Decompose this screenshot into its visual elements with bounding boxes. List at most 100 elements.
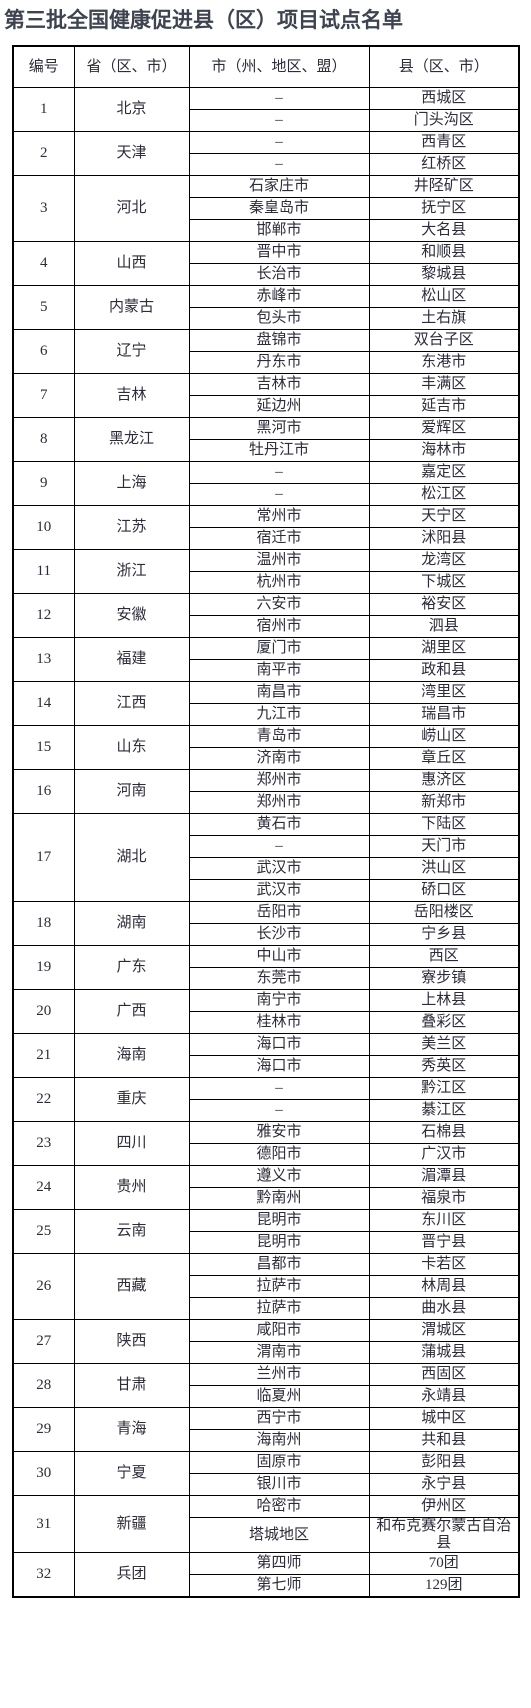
cell-no: 2 [12, 131, 75, 176]
table-row: 7 吉林 吉林市 丰满区 [12, 373, 520, 418]
cell-city: 秦皇岛市 [188, 197, 370, 220]
cell-city: 青岛市 [188, 725, 370, 748]
cell-city: 武汉市 [188, 857, 370, 880]
cell-no: 6 [12, 329, 75, 374]
table-row: 32 兵团 第四师 70团 [12, 1552, 520, 1598]
cell-city: – [188, 461, 370, 484]
cell-county: 永宁县 [368, 1473, 520, 1496]
cell-county: 政和县 [368, 659, 520, 682]
table-row: 10 江苏 常州市 天宁区 [12, 505, 520, 550]
table-row: 24 贵州 遵义市 湄潭县 [12, 1165, 520, 1210]
cell-county: 松江区 [368, 483, 520, 506]
cell-county: 红桥区 [368, 153, 520, 176]
table-body: 1 北京 – 西城区 – 门头沟区 2 天津 – 西青区 – 红桥区 3 河北 石家庄市 井陉矿区 秦皇岛市 抚宁… [12, 87, 520, 1598]
cell-province: 浙江 [73, 549, 190, 594]
cell-city: – [188, 1099, 370, 1122]
cell-city: 中山市 [188, 945, 370, 968]
table-row: 3 河北 石家庄市 井陉矿区 [12, 175, 520, 242]
cell-no: 15 [12, 725, 75, 770]
cell-city: 渭南市 [188, 1341, 370, 1364]
cell-province: 福建 [73, 637, 190, 682]
cell-city: 南昌市 [188, 681, 370, 704]
cell-province: 北京 [73, 87, 190, 132]
table-row: 27 陕西 咸阳市 渭城区 [12, 1319, 520, 1364]
cell-county: 惠济区 [368, 769, 520, 792]
table-row: 6 辽宁 盘锦市 双台子区 [12, 329, 520, 374]
cell-county: 卡若区 [368, 1253, 520, 1276]
cell-city: 延边州 [188, 395, 370, 418]
column-header-county: 县（区、市） [368, 45, 520, 88]
cell-province: 安徽 [73, 593, 190, 638]
cell-county: 黎城县 [368, 263, 520, 286]
cell-province: 江苏 [73, 505, 190, 550]
cell-city: 银川市 [188, 1473, 370, 1496]
cell-no: 26 [12, 1253, 75, 1320]
cell-county: 沭阳县 [368, 527, 520, 550]
table-row: 2 天津 – 西青区 [12, 131, 520, 176]
cell-province: 海南 [73, 1033, 190, 1078]
cell-county: 裕安区 [368, 593, 520, 616]
cell-province: 天津 [73, 131, 190, 176]
cell-county: 岳阳楼区 [368, 901, 520, 924]
cell-county: 龙湾区 [368, 549, 520, 572]
cell-city: 海口市 [188, 1055, 370, 1078]
cell-province: 西藏 [73, 1253, 190, 1320]
cell-county: 天门市 [368, 835, 520, 858]
cell-city: 拉萨市 [188, 1297, 370, 1320]
cell-city: 第七师 [188, 1574, 370, 1598]
cell-county: 上林县 [368, 989, 520, 1012]
cell-no: 28 [12, 1363, 75, 1408]
table-row: 4 山西 晋中市 和顺县 [12, 241, 520, 286]
cell-no: 5 [12, 285, 75, 330]
cell-county: 嘉定区 [368, 461, 520, 484]
cell-county: 天宁区 [368, 505, 520, 528]
cell-county: 渭城区 [368, 1319, 520, 1342]
cell-no: 29 [12, 1407, 75, 1452]
cell-no: 4 [12, 241, 75, 286]
cell-no: 8 [12, 417, 75, 462]
cell-city: – [188, 131, 370, 154]
cell-city: 黔南州 [188, 1187, 370, 1210]
cell-city: 九江市 [188, 703, 370, 726]
cell-county: 东川区 [368, 1209, 520, 1232]
column-header-no: 编号 [12, 45, 75, 88]
cell-city: 赤峰市 [188, 285, 370, 308]
cell-city: 常州市 [188, 505, 370, 528]
cell-city: – [188, 153, 370, 176]
cell-county: 秀英区 [368, 1055, 520, 1078]
cell-city: 长治市 [188, 263, 370, 286]
cell-province: 黑龙江 [73, 417, 190, 462]
cell-province: 重庆 [73, 1077, 190, 1122]
cell-province: 贵州 [73, 1165, 190, 1210]
pilot-county-list-table: 编号 省（区、市） 市（州、地区、盟） 县（区、市） 1 北京 – 西城区 – 门头沟区 2… [12, 45, 520, 1598]
cell-city: 海口市 [188, 1033, 370, 1056]
cell-province: 新疆 [73, 1495, 190, 1553]
cell-city: 昆明市 [188, 1231, 370, 1254]
table-row: 8 黑龙江 黑河市 爱辉区 [12, 417, 520, 462]
cell-city: 石家庄市 [188, 175, 370, 198]
cell-no: 23 [12, 1121, 75, 1166]
cell-city: 雅安市 [188, 1121, 370, 1144]
cell-city: 厦门市 [188, 637, 370, 660]
cell-no: 24 [12, 1165, 75, 1210]
table-row: 31 新疆 哈密市 伊州区 [12, 1495, 520, 1553]
cell-city: 临夏州 [188, 1385, 370, 1408]
cell-province: 甘肃 [73, 1363, 190, 1408]
cell-county: 曲水县 [368, 1297, 520, 1320]
cell-no: 32 [12, 1552, 75, 1598]
cell-county: 共和县 [368, 1429, 520, 1452]
cell-county: 延吉市 [368, 395, 520, 418]
cell-city: – [188, 483, 370, 506]
cell-city: 东莞市 [188, 967, 370, 990]
column-header-province: 省（区、市） [73, 45, 190, 88]
cell-no: 7 [12, 373, 75, 418]
cell-county: 西城区 [368, 87, 520, 110]
cell-province: 辽宁 [73, 329, 190, 374]
cell-city: 咸阳市 [188, 1319, 370, 1342]
cell-no: 10 [12, 505, 75, 550]
cell-city: 固原市 [188, 1451, 370, 1474]
cell-province: 上海 [73, 461, 190, 506]
cell-county: 大名县 [368, 219, 520, 242]
cell-city: 宿迁市 [188, 527, 370, 550]
cell-province: 四川 [73, 1121, 190, 1166]
